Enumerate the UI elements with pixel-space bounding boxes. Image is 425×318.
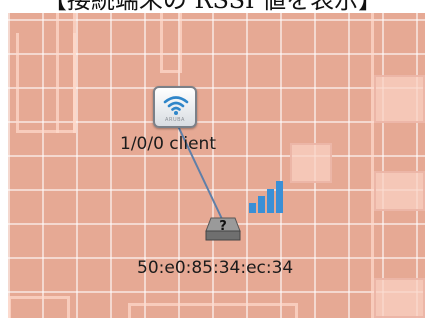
unknown-device-icon[interactable]: ? bbox=[204, 216, 242, 242]
floor-plan-map[interactable]: ARUBA 1/0/0 client ? 50:e0:85:34:ec:34 bbox=[8, 13, 425, 318]
access-point-device[interactable]: ARUBA bbox=[153, 86, 197, 128]
access-point-label: 1/0/0 client bbox=[120, 134, 216, 154]
client-mac-label: 50:e0:85:34:ec:34 bbox=[137, 258, 294, 278]
wifi-icon bbox=[163, 96, 189, 115]
signal-strength-icon bbox=[249, 181, 283, 213]
ap-brand-text: ARUBA bbox=[165, 117, 185, 123]
unknown-status-glyph: ? bbox=[219, 219, 227, 234]
page-caption: 【接続端末の RSSI 値を表示】 bbox=[42, 0, 383, 14]
